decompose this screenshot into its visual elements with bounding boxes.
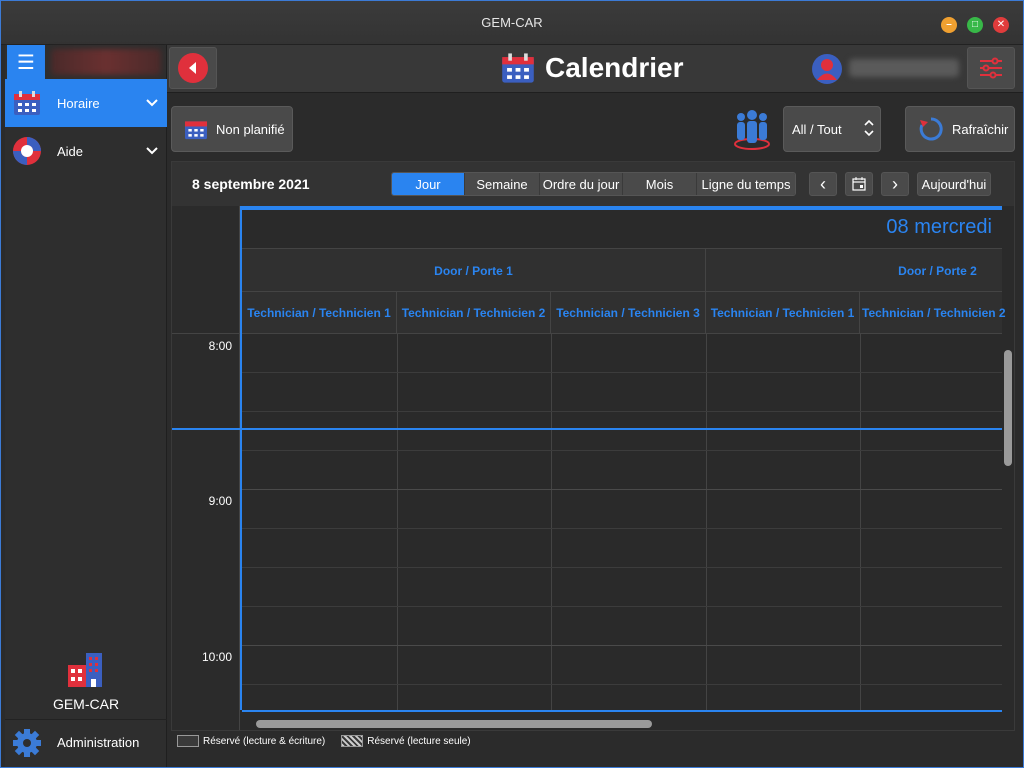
chevron-down-icon bbox=[137, 144, 167, 158]
technician-header: Technician / Technicien 2 bbox=[397, 292, 551, 334]
calendar-panel: 8 septembre 2021 Jour Semaine Ordre du j… bbox=[171, 161, 1015, 731]
legend-swatch bbox=[177, 735, 199, 747]
legend-swatch bbox=[341, 735, 364, 747]
user-name-blurred bbox=[51, 49, 161, 75]
sidebar-item-horaire[interactable]: Horaire bbox=[5, 79, 167, 127]
refresh-icon bbox=[919, 117, 943, 141]
app-name: GEM-CAR bbox=[52, 696, 120, 712]
door-header: Door / Porte 1 bbox=[242, 249, 706, 293]
time-label: 9:00 bbox=[208, 494, 232, 508]
avatar[interactable] bbox=[811, 53, 843, 85]
legend-item: Réservé (lecture seule) bbox=[341, 735, 471, 747]
lifebuoy-icon bbox=[5, 136, 49, 166]
main-header: Calendrier bbox=[167, 45, 1023, 93]
technician-header: Technician / Technicien 1 bbox=[706, 292, 860, 334]
administration-label: Administration bbox=[57, 735, 140, 750]
tab-semaine[interactable]: Semaine bbox=[465, 173, 540, 195]
sidebar-item-aide[interactable]: Aide bbox=[5, 127, 167, 175]
chevron-left-icon: ‹ bbox=[820, 173, 826, 194]
date-picker-button[interactable] bbox=[845, 172, 873, 196]
legend: Réservé (lecture & écriture) Réservé (le… bbox=[177, 735, 471, 747]
tab-ordre-du-jour[interactable]: Ordre du jour bbox=[540, 173, 623, 195]
refresh-label: Rafraîchir bbox=[952, 121, 1009, 137]
technician-header: Technician / Technicien 2 bbox=[860, 292, 1014, 334]
calendar-outline-icon bbox=[852, 177, 866, 191]
current-date-label: 8 septembre 2021 bbox=[192, 176, 310, 192]
unplanned-label: Non planifié bbox=[216, 121, 285, 137]
sidebar-item-label: Horaire bbox=[57, 95, 100, 111]
day-header[interactable]: 08 mercredi bbox=[886, 216, 992, 239]
legend-item: Réservé (lecture & écriture) bbox=[177, 735, 325, 747]
refresh-button[interactable]: Rafraîchir bbox=[905, 106, 1015, 152]
user-name-blurred bbox=[849, 59, 959, 77]
close-button[interactable]: ✕ bbox=[993, 17, 1009, 33]
chevron-right-icon: › bbox=[892, 173, 898, 194]
time-column: 8:00 9:00 10:00 bbox=[172, 206, 240, 730]
tab-jour[interactable]: Jour bbox=[392, 173, 465, 195]
updown-chevron-icon bbox=[864, 119, 874, 140]
vertical-scrollbar[interactable] bbox=[1004, 350, 1012, 466]
team-icon bbox=[729, 107, 775, 151]
technician-header: Technician / Technicien 1 bbox=[242, 292, 397, 334]
settings-button[interactable] bbox=[967, 47, 1015, 89]
filter-value: All / Tout bbox=[792, 121, 842, 137]
window-title: GEM-CAR bbox=[481, 15, 543, 30]
maximize-button[interactable]: □ bbox=[967, 17, 983, 33]
legend-label: Réservé (lecture & écriture) bbox=[203, 735, 326, 747]
calendar-icon bbox=[185, 121, 207, 140]
day-grid: 8:00 9:00 10:00 08 mercredi Door / Porte… bbox=[172, 206, 1014, 730]
calendar-icon bbox=[502, 53, 534, 83]
view-switcher: Jour Semaine Ordre du jour Mois Ligne du… bbox=[391, 172, 796, 196]
next-button[interactable]: › bbox=[881, 172, 909, 196]
back-button[interactable] bbox=[169, 47, 217, 89]
page-title-group: Calendrier bbox=[501, 51, 684, 85]
technician-header: Technician / Technicien 3 bbox=[551, 292, 706, 334]
prev-button[interactable]: ‹ bbox=[809, 172, 837, 196]
sidebar-item-label: Aide bbox=[57, 143, 84, 159]
title-bar: GEM-CAR – □ ✕ bbox=[1, 1, 1023, 45]
back-arrow-icon bbox=[178, 53, 208, 83]
time-label: 8:00 bbox=[208, 339, 232, 353]
window-controls: – □ ✕ bbox=[941, 17, 1009, 33]
app-window: GEM-CAR – □ ✕ ☰ Horaire Aide GEM-CAR Adm… bbox=[0, 0, 1024, 768]
tab-mois[interactable]: Mois bbox=[623, 173, 697, 195]
sliders-icon bbox=[980, 57, 1002, 79]
door-header-row: Door / Porte 1 Door / Porte 2 bbox=[242, 248, 1002, 293]
technician-header-row: Technician / Technicien 1 Technician / T… bbox=[242, 292, 1006, 334]
page-title: Calendrier bbox=[545, 52, 684, 83]
tab-ligne-du-temps[interactable]: Ligne du temps bbox=[697, 173, 795, 195]
today-button[interactable]: Aujourd'hui bbox=[917, 172, 991, 196]
current-time-indicator bbox=[172, 428, 1002, 430]
horizontal-scrollbar[interactable] bbox=[256, 720, 652, 728]
hamburger-icon: ☰ bbox=[17, 51, 35, 74]
calendar-icon bbox=[5, 90, 49, 116]
minimize-button[interactable]: – bbox=[941, 17, 957, 33]
sidebar: ☰ Horaire Aide GEM-CAR Administration bbox=[5, 45, 167, 767]
menu-toggle-button[interactable]: ☰ bbox=[7, 45, 45, 79]
gear-icon bbox=[5, 728, 49, 758]
building-icon bbox=[68, 653, 102, 687]
user-icon bbox=[812, 54, 842, 84]
chevron-down-icon bbox=[137, 96, 167, 110]
calendar-toolbar: 8 septembre 2021 Jour Semaine Ordre du j… bbox=[172, 162, 1014, 206]
door-header: Door / Porte 2 bbox=[706, 249, 1014, 293]
resource-filter-select[interactable]: All / Tout bbox=[783, 106, 881, 152]
time-slots[interactable] bbox=[172, 334, 1002, 710]
day-column: 08 mercredi Door / Porte 1 Door / Porte … bbox=[172, 206, 1006, 712]
unplanned-button[interactable]: Non planifié bbox=[171, 106, 293, 152]
time-label: 10:00 bbox=[201, 650, 232, 664]
administration-button[interactable]: Administration bbox=[5, 719, 167, 765]
app-logo: GEM-CAR bbox=[5, 651, 167, 712]
legend-label: Réservé (lecture seule) bbox=[367, 735, 471, 747]
